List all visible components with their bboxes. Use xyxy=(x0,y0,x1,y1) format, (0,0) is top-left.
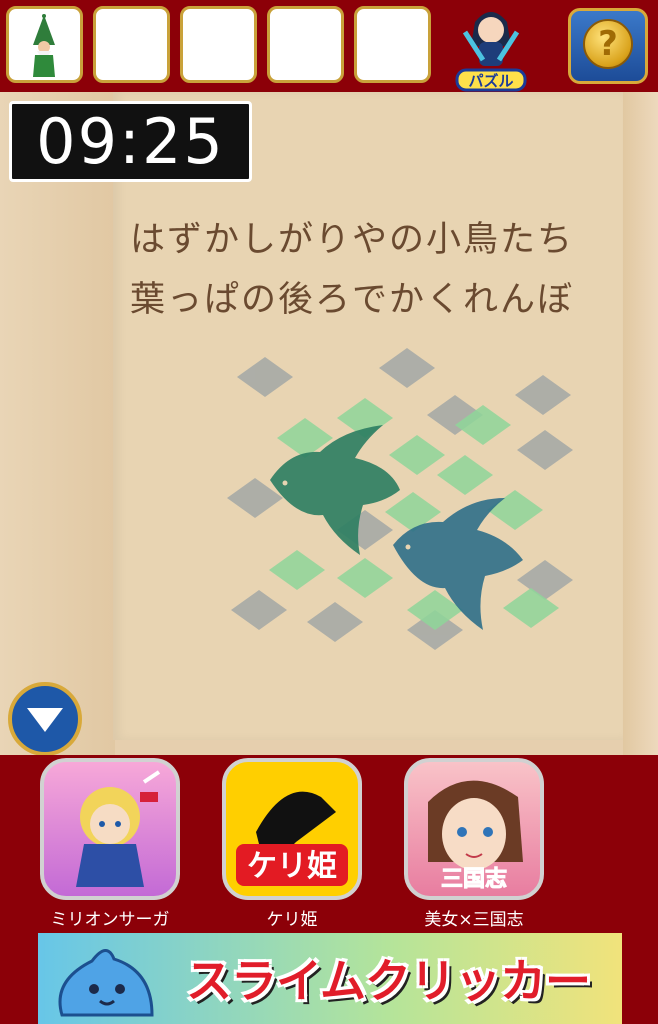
slime-clicker-banner[interactable]: スライムクリッカー xyxy=(38,933,622,1024)
countdown-timer: 09:25 xyxy=(9,101,252,182)
inventory-slot-4[interactable] xyxy=(267,6,344,83)
kerihime-icon: ケリ姫 xyxy=(236,791,348,886)
help-coin-icon: ? xyxy=(583,19,633,69)
logo-text: パズル xyxy=(468,72,513,90)
app-label-bijo-sangokushi[interactable]: 美女×三国志 xyxy=(384,905,564,930)
poem-line-1: はずかしがりやの小鳥たち xyxy=(130,220,575,260)
help-button[interactable]: ? xyxy=(568,8,648,84)
app-ad-bijo-sangokushi[interactable]: 三国志 xyxy=(404,758,544,900)
knight-girl-icon xyxy=(76,770,161,887)
inventory-slot-1[interactable] xyxy=(6,6,83,83)
poem-text: はずかしがりやの小鳥たち 葉っぱの後ろでかくれんぼ xyxy=(130,210,620,330)
puzzle-logo[interactable]: パズル xyxy=(455,2,527,92)
sangokushi-girl-icon: 三国志 xyxy=(428,780,523,893)
poem-line-2: 葉っぱの後ろでかくれんぼ xyxy=(130,280,575,320)
app-ad-million-saga[interactable] xyxy=(40,758,180,900)
book-left-page xyxy=(0,92,115,755)
mascot-icon: パズル xyxy=(455,12,527,92)
book-right-edge xyxy=(623,92,658,755)
inventory-slot-5[interactable] xyxy=(354,6,431,83)
app-label-kerihime[interactable]: ケリ姫 xyxy=(202,905,382,930)
app-label-million-saga[interactable]: ミリオンサーガ xyxy=(20,905,200,930)
inventory-slot-3[interactable] xyxy=(180,6,257,83)
slime-icon xyxy=(58,949,154,1017)
birds-and-leaves-illustration[interactable] xyxy=(215,340,595,670)
down-arrow-icon xyxy=(27,708,63,732)
banner-title: スライムクリッカー xyxy=(185,954,591,1008)
gnome-icon xyxy=(33,14,55,77)
kerihime-icon-text: ケリ姫 xyxy=(247,849,337,884)
inventory-slot-2[interactable] xyxy=(93,6,170,83)
sangokushi-icon-text: 三国志 xyxy=(441,867,507,892)
back-down-button[interactable] xyxy=(8,682,82,756)
app-ad-kerihime[interactable]: ケリ姫 xyxy=(222,758,362,900)
